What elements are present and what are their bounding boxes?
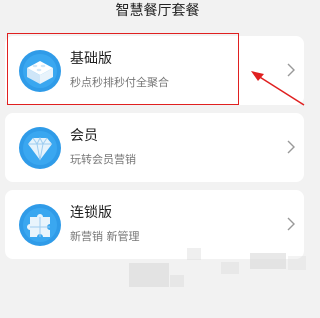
blurred-region — [129, 263, 169, 287]
diamond-icon — [19, 127, 61, 169]
arrow-annotation — [251, 71, 305, 106]
blurred-region — [187, 248, 201, 260]
puzzle-icon — [19, 204, 61, 246]
plan-card-member[interactable]: 会员 玩转会员营销 — [5, 113, 304, 182]
plan-name: 连锁版 — [70, 205, 112, 221]
chevron-right-icon — [287, 217, 295, 231]
chevron-right-icon — [287, 140, 295, 154]
plan-desc: 新营销 新管理 — [70, 230, 140, 243]
blurred-region — [288, 256, 306, 270]
blurred-region — [250, 253, 286, 269]
blurred-region — [170, 275, 184, 287]
blurred-region — [221, 262, 239, 274]
plan-card-chain[interactable]: 连锁版 新营销 新管理 — [5, 190, 304, 259]
page-title: 智慧餐厅套餐 — [115, 3, 200, 19]
plan-name: 会员 — [70, 128, 98, 144]
highlight-box — [7, 33, 239, 105]
plan-desc: 玩转会员营销 — [70, 153, 136, 166]
